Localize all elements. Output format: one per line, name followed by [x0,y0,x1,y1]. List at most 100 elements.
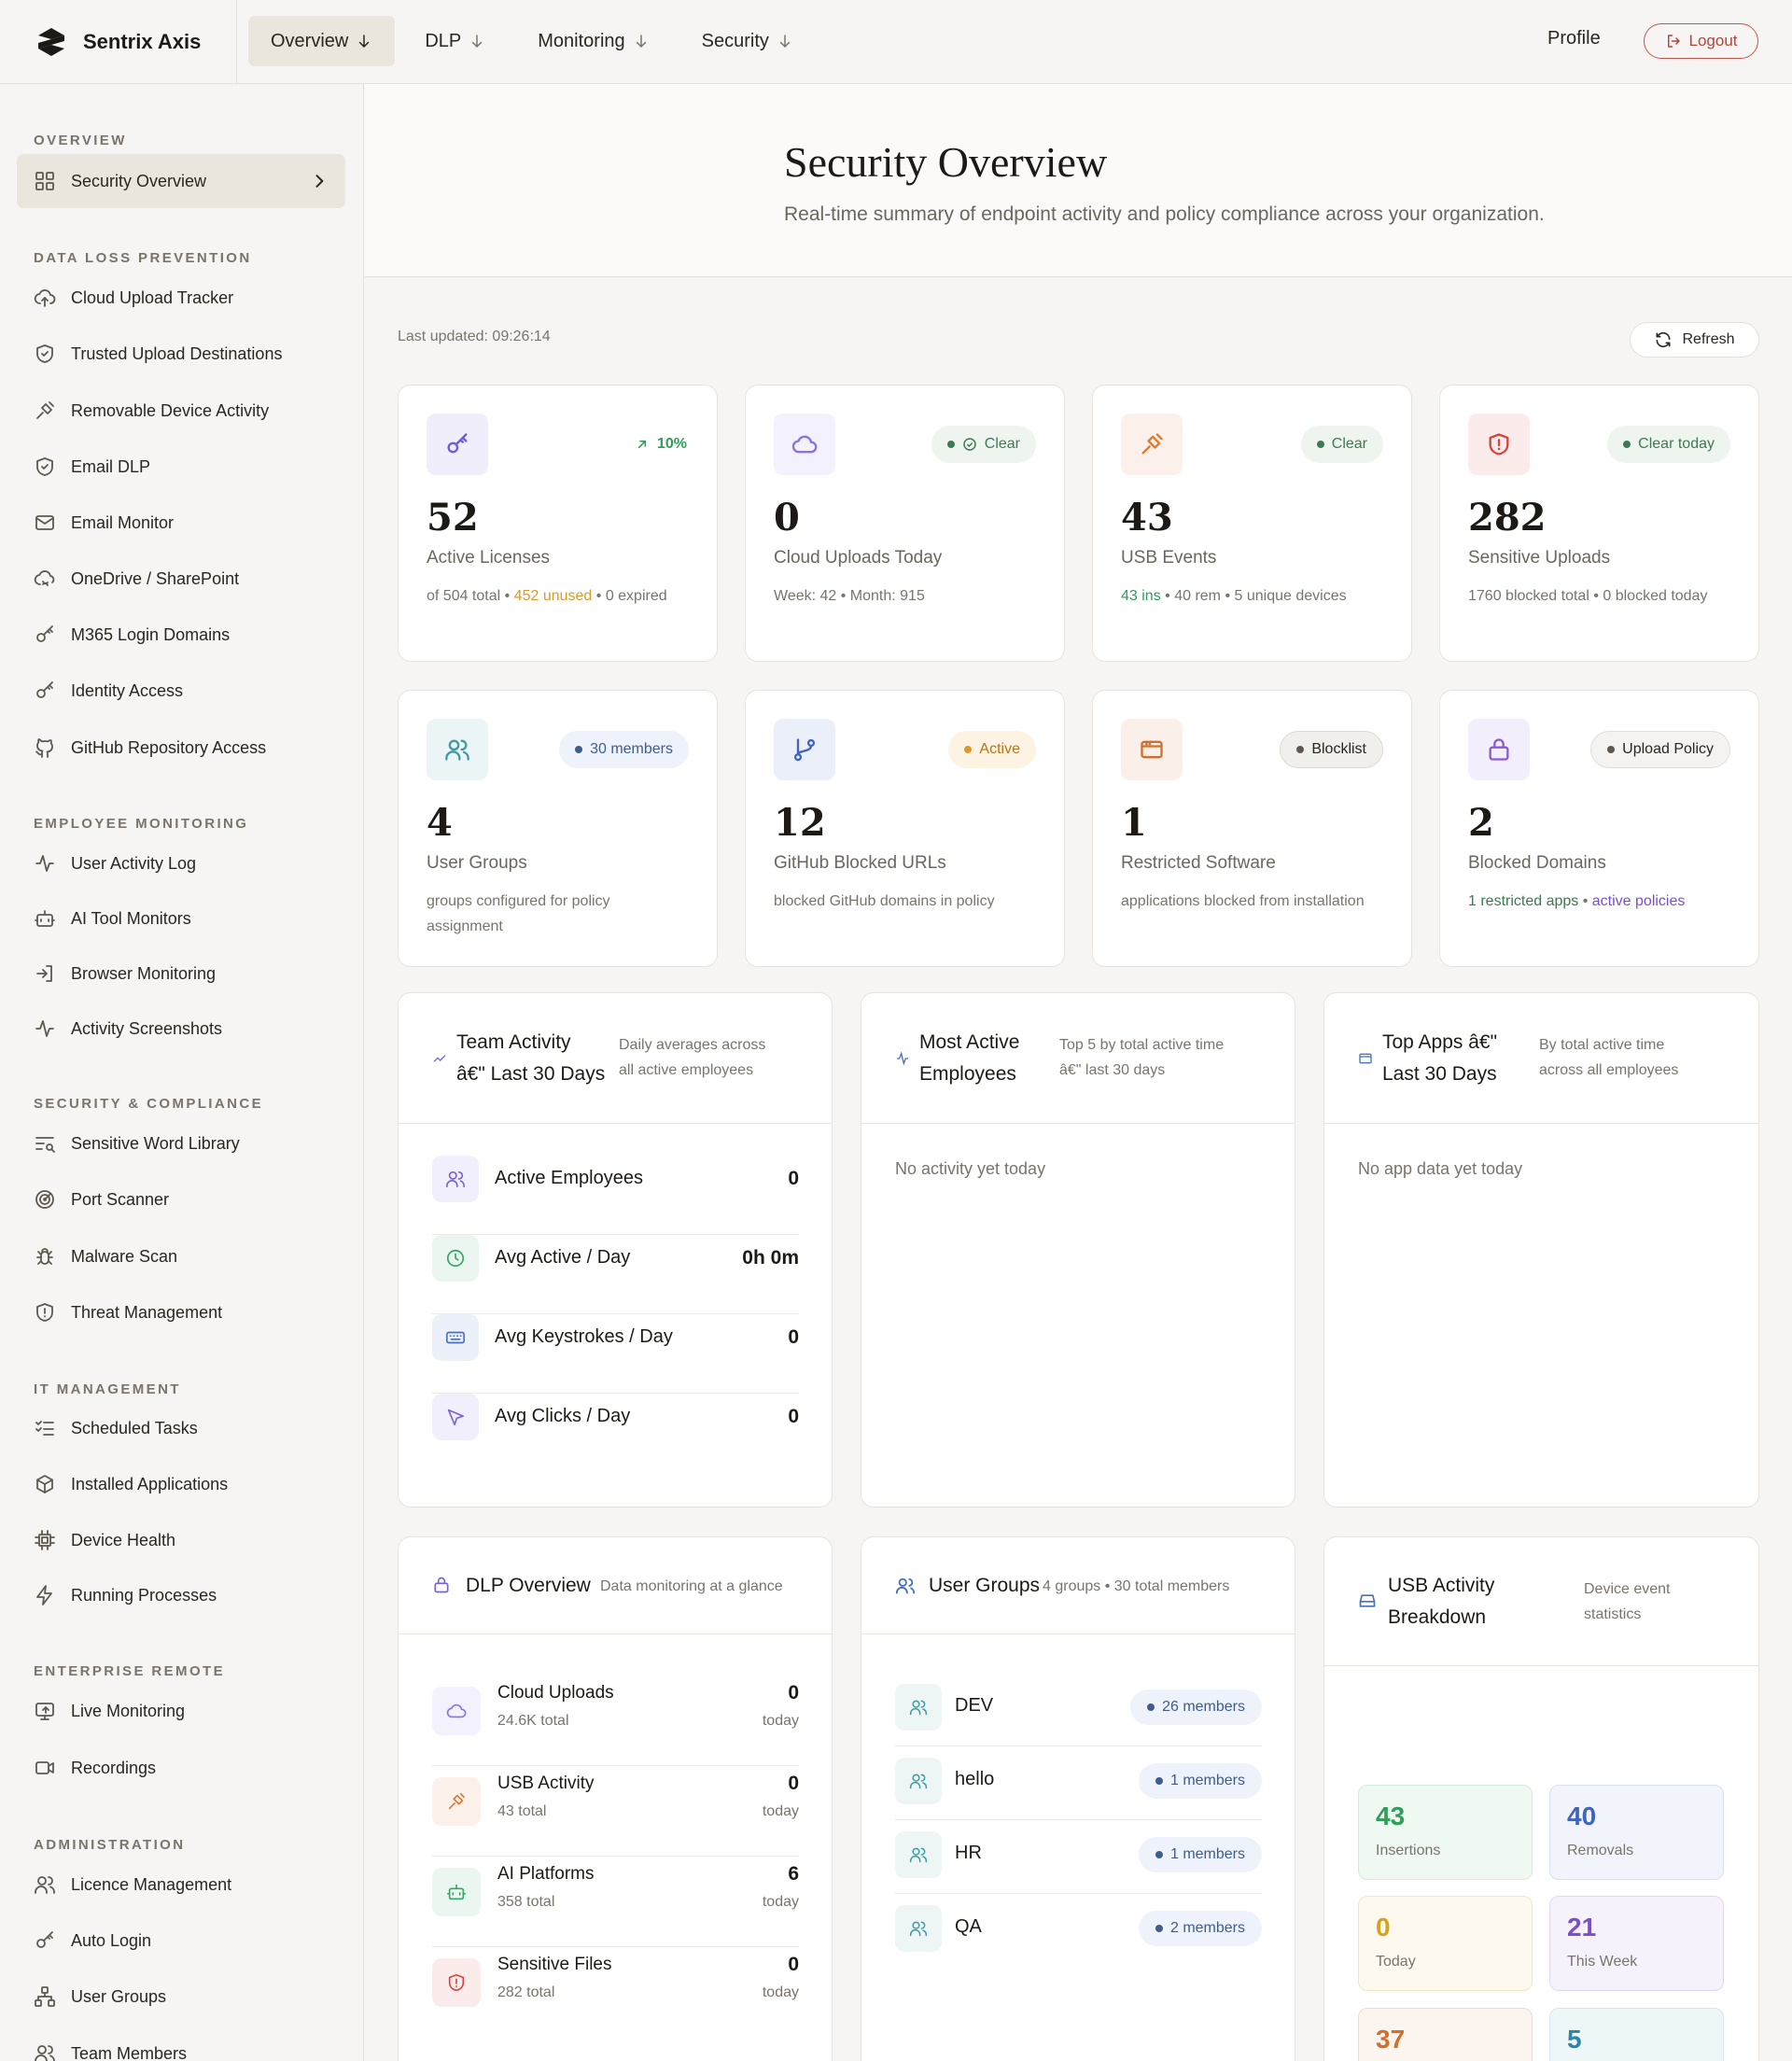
row-today: today [762,1984,799,2000]
stat-card[interactable]: Clear 0 Cloud Uploads Today Week: 42 • Mont… [745,385,1065,662]
stat-card-icon [774,719,835,780]
top-apps-header: Top Apps â€" Last 30 Days By total active… [1324,993,1758,1124]
group-name: DEV [955,1695,994,1716]
row-value: 0 [788,1406,799,1427]
sidebar-item[interactable]: Security Overview [17,154,345,208]
sidebar-item[interactable]: Running Processes [17,1568,345,1622]
profile-link[interactable]: Profile [1547,28,1601,49]
dlp-row[interactable]: AI Platforms 358 total 6 today [432,1857,799,1947]
team-activity-header: Team Activity â€" Last 30 Days Daily aver… [399,993,832,1124]
sidebar: OVERVIEW Security Overview DATA LOSS PREVE… [0,84,364,2061]
sidebar-item[interactable]: Port Scanner [17,1172,345,1227]
sidebar-item[interactable]: GitHub Repository Access [17,721,345,775]
sidebar-item-icon [34,1985,56,2008]
sidebar-item[interactable]: Live Monitoring [17,1684,345,1738]
stat-card[interactable]: Upload Policy 2 Blocked Domains 1 restricte… [1439,690,1759,967]
sidebar-item[interactable]: Recordings [17,1741,345,1795]
sidebar-item[interactable]: Identity Access [17,664,345,718]
brand[interactable]: Sentrix Axis [0,0,237,83]
nav-security[interactable]: Security [679,16,816,66]
stat-card[interactable]: Blocklist 1 Restricted Software application… [1092,690,1412,967]
cloud-icon [791,435,818,454]
users-icon [35,1876,55,1894]
sidebar-item-label: M365 Login Domains [71,624,231,644]
row-label: Sensitive Files [497,1955,612,1974]
sidebar-item[interactable]: Scheduled Tasks [17,1401,345,1455]
sidebar-item[interactable]: Email DLP [17,440,345,494]
stat-card[interactable]: Clear 43 USB Events 43 ins • 40 rem • 5 uni… [1092,385,1412,662]
dlp-overview-subtitle: Data monitoring at a glance [600,1578,783,1594]
stat-card-icon [1468,719,1530,780]
row-value: 6 [788,1863,799,1885]
stat-card[interactable]: Active 12 GitHub Blocked URLs blocked GitHu… [745,690,1065,967]
sidebar-item[interactable]: AI Tool Monitors [17,891,345,946]
dlp-overview-title: DLP Overview [466,1575,591,1596]
network-icon [35,1986,55,2007]
stat-card-icon [427,414,488,475]
sidebar-item-label: Sensitive Word Library [71,1133,240,1153]
stat-value: 0 [774,496,800,540]
sidebar-item[interactable]: Team Members [17,2026,345,2061]
sidebar-item[interactable]: OneDrive / SharePoint [17,552,345,606]
sidebar-item[interactable]: Device Health [17,1513,345,1567]
text-search-icon [35,1137,55,1153]
sidebar-item-label: Security Overview [71,171,207,190]
sidebar-item[interactable]: M365 Login Domains [17,608,345,662]
sidebar-section-title: SECURITY & COMPLIANCE [34,1096,263,1112]
sidebar-item-label: Auto Login [71,1930,152,1950]
most-active-subtitle-line-2: â€" last 30 days [1059,1062,1166,1078]
stat-sub: Week: 42 • Month: 915 [774,588,925,604]
cloud-icon [446,1703,467,1718]
nav-overview[interactable]: Overview [248,16,396,66]
nav-monitoring[interactable]: Monitoring [515,16,671,66]
group-row[interactable]: DEV 26 members [895,1673,1262,1746]
sidebar-item[interactable]: Activity Screenshots [17,1002,345,1056]
usb-breakdown-panel: USB Activity Breakdown Device event statis… [1323,1536,1759,2061]
sidebar-item[interactable]: Sensitive Word Library [17,1116,345,1171]
sidebar-item[interactable]: User Groups [17,1970,345,2024]
sidebar-section-title: IT MANAGEMENT [34,1381,181,1397]
team-activity-subtitle: Daily averages across all active employee… [619,1032,765,1083]
sidebar-item[interactable]: Cloud Upload Tracker [17,271,345,325]
stat-card[interactable]: Clear today 282 Sensitive Uploads 1760 bloc… [1439,385,1759,662]
sidebar-item-label: OneDrive / SharePoint [71,568,240,588]
sidebar-item[interactable]: Removable Device Activity [17,384,345,438]
sidebar-item[interactable]: Installed Applications [17,1457,345,1511]
sidebar-item-label: Removable Device Activity [71,400,270,420]
sidebar-item[interactable]: Malware Scan [17,1229,345,1283]
dlp-row[interactable]: USB Activity 43 total 0 today [432,1766,799,1857]
sidebar-item[interactable]: Email Monitor [17,496,345,550]
stat-sub: 1760 blocked total • 0 blocked today [1468,588,1708,604]
team-activity-subtitle-line-2: all active employees [619,1062,754,1078]
status-dot [1296,746,1305,753]
nav-dlp[interactable]: DLP [402,16,508,66]
sidebar-item-label: Email Monitor [71,512,175,532]
group-row[interactable]: QA 2 members [895,1894,1262,1968]
brand-logo-icon [38,27,64,56]
usb-tile-label: Removals [1567,1843,1634,1858]
stat-sub-policies: active policies [1591,893,1686,909]
status-dot [575,746,583,753]
sidebar-item[interactable]: Licence Management [17,1858,345,1912]
group-row[interactable]: hello 1 members [895,1746,1262,1820]
lock-icon [1489,738,1509,761]
zap-icon [36,1585,52,1605]
stat-value: 4 [427,801,453,845]
stat-card[interactable]: 10% 52 Active Licenses of 504 total • 452 u… [398,385,718,662]
sidebar-item[interactable]: Auto Login [17,1914,345,1968]
dlp-row[interactable]: Sensitive Files 282 total 0 today [432,1947,799,2022]
sidebar-item[interactable]: Browser Monitoring [17,946,345,1001]
sidebar-item[interactable]: User Activity Log [17,836,345,890]
dlp-row[interactable]: Cloud Uploads 24.6K total 0 today [432,1675,799,1766]
stat-card[interactable]: 30 members 4 User Groups groups configured … [398,690,718,967]
group-row[interactable]: HR 1 members [895,1820,1262,1894]
logout-button[interactable]: Logout [1644,23,1758,59]
sidebar-item-icon [34,907,56,930]
sidebar-item[interactable]: Trusted Upload Destinations [17,327,345,381]
stat-sub-0: 1760 blocked total [1468,588,1589,604]
refresh-button[interactable]: Refresh [1630,322,1759,358]
sidebar-item[interactable]: Threat Management [17,1285,345,1339]
row-icon [432,1156,479,1202]
stat-label: Blocked Domains [1468,853,1606,873]
clock-icon [446,1249,465,1268]
